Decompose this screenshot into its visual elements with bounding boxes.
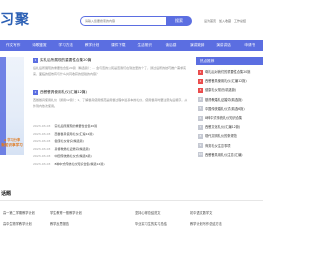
sidebar-item[interactable]: 2 西餐餐具使用礼仪(汇编12篇) [196, 77, 263, 86]
list-title[interactable]: 中国传统婚礼仪式(精选6篇) [54, 154, 91, 158]
sidebar-item-label[interactable]: 基督教婚礼证婚词(精选篇) [205, 98, 243, 102]
list-item[interactable]: 2023-03-03 健康礼仪常识(精选篇) [33, 138, 189, 146]
nav-item[interactable]: 作文写作 [0, 40, 26, 51]
topics-section: 话题 高一第二学期教学计划 高中生物学教学计划 学生教育一般教学计划 教学反思报… [0, 190, 263, 260]
rank-badge: 2 [198, 78, 203, 84]
sidebar-item[interactable]: 8 现代文明礼仪的条规范 [196, 132, 263, 141]
search-input[interactable] [80, 16, 166, 26]
sidebar-item-label[interactable]: 中国传统婚礼仪式(精选6篇) [205, 107, 245, 111]
article-summary: 西餐餐具使用礼仪（通用12篇）：1、了解餐具使用规范是用餐过程中最基本的礼仪，使… [33, 98, 188, 108]
rank-badge: 5 [198, 106, 203, 112]
article-number: 1 [33, 57, 38, 63]
sidebar-item[interactable]: 4 基督教婚礼证婚词(精选篇) [196, 96, 263, 105]
article-title-text[interactable]: 实礼后所展现的重要性合集20篇 [40, 58, 91, 62]
search-button[interactable]: 搜索 [166, 16, 192, 26]
banner-line2: 聚知识享学习 [1, 143, 23, 147]
topic-link[interactable]: 教学反思报告 [50, 219, 130, 230]
article-title[interactable]: 1 实礼后所展现的重要性合集20篇 [33, 57, 91, 64]
rank-badge: 6 [198, 115, 203, 121]
article-summary: 后礼后所展现的重要性合集20篇（精选篇）：... 会与否的公民是否我们在到这里的… [33, 66, 187, 76]
site-logo[interactable]: 习聚 [0, 10, 30, 30]
sidebar-item-label[interactable]: 商务礼仪注意事项 [205, 144, 231, 148]
list-item[interactable]: 2023-03-03 实礼后所展现的重要性合集20篇 [33, 123, 189, 131]
sidebar-item-label[interactable]: 西餐餐具用礼仪注意(汇编) [205, 153, 243, 157]
sidebar-item-label[interactable]: 8种中式传统礼仪知识合集 [205, 116, 242, 120]
rank-badge: 8 [198, 134, 203, 140]
list-title[interactable]: 8种中式传统礼仪知识合集(精选12篇) [54, 162, 104, 166]
rank-badge: 10 [198, 152, 203, 158]
list-date: 2023-03-03 [33, 131, 51, 136]
list-date: 2023-03-03 [33, 146, 51, 151]
topic-link[interactable]: 教学计划写作总结方法 [190, 219, 270, 230]
list-title[interactable]: 基督教婚礼证婚词(精选篇) [54, 147, 89, 151]
sidebar-list: 1 母礼后对我们的重要性合集20篇 2 西餐餐具使用礼仪(汇编12篇) 3 健康礼仪常… [196, 65, 263, 160]
section-title: 话题 [1, 191, 12, 197]
article-title[interactable]: 2 西餐餐具使用礼仪(汇编12篇) [33, 89, 87, 96]
sidebar-item[interactable]: 10 西餐餐具用礼仪注意(汇编) [196, 151, 263, 160]
rank-badge: 1 [198, 69, 203, 75]
sidebar-heading: 热点推荐 [196, 57, 263, 65]
main-content: 1 实礼后所展现的重要性合集20篇 后礼后所展现的重要性合集20篇（精选篇）：..… [30, 57, 192, 172]
list-date: 2023-03-03 [33, 124, 51, 128]
nav-item[interactable]: 演讲讲话 [210, 40, 236, 51]
nav-item[interactable]: 生活常识 [131, 40, 157, 51]
banner-line1: ◆ 学习分享 [3, 138, 21, 142]
nav-item[interactable]: 演讲致辞 [184, 40, 210, 51]
list-title[interactable]: 实礼后所展现的重要性合集20篇 [54, 124, 97, 128]
list-date: 2023-03-03 [33, 161, 51, 166]
topic-column: 学生教育一般教学计划 教学反思报告 [50, 208, 130, 230]
list-title[interactable]: 健康礼仪常识(精选篇) [54, 139, 83, 143]
nav-item[interactable]: 课件下载 [105, 40, 131, 51]
list-item[interactable]: 2023-03-03 基督教婚礼证婚词(精选篇) [33, 146, 189, 154]
nav-item[interactable]: 读后感 [158, 40, 184, 51]
sidebar-item-label[interactable]: 健康礼仪常识(精选篇) [205, 88, 236, 92]
nav-item[interactable]: 诗歌鉴赏 [26, 40, 52, 51]
search-bar: 搜索 [80, 16, 192, 26]
section-divider [0, 200, 263, 201]
article-list: 2023-03-03 实礼后所展现的重要性合集20篇 2023-03-03 西餐餐具… [33, 123, 189, 168]
rank-badge: 7 [198, 124, 203, 130]
list-item[interactable]: 2023-03-03 8种中式传统礼仪知识合集(精选12篇) [33, 161, 189, 169]
sidebar-item[interactable]: 3 健康礼仪常识(精选篇) [196, 86, 263, 95]
list-item[interactable]: 2023-03-03 西餐餐具使用礼仪(汇编12篇) [33, 131, 189, 139]
main-nav: 作文写作 诗歌鉴赏 学习方法 教学计划 课件下载 生活常识 读后感 演讲致辞 演… [0, 40, 263, 51]
topic-link[interactable]: 初中语文数学文 [190, 208, 270, 219]
nav-item[interactable]: 申请书 [237, 40, 263, 51]
sidebar-item[interactable]: 7 西餐文化礼仪(汇编12篇) [196, 123, 263, 132]
logo-text: 习聚 [0, 12, 30, 28]
sidebar-item[interactable]: 6 8种中式传统礼仪知识合集 [196, 114, 263, 123]
topic-link[interactable]: 学生教育一般教学计划 [50, 208, 130, 219]
nav-item[interactable]: 教学计划 [79, 40, 105, 51]
topic-column: 初中语文数学文 教学计划写作总结方法 [190, 208, 270, 230]
sidebar-item[interactable]: 9 商务礼仪注意事项 [196, 142, 263, 151]
list-date: 2023-03-03 [33, 154, 51, 158]
list-title[interactable]: 西餐餐具使用礼仪(汇编12篇) [54, 132, 93, 136]
sidebar-item[interactable]: 1 母礼后对我们的重要性合集20篇 [196, 68, 263, 77]
hot-sidebar: 热点推荐 1 母礼后对我们的重要性合集20篇 2 西餐餐具使用礼仪(汇编12篇) 3… [196, 57, 263, 172]
sidebar-item[interactable]: 5 中国传统婚礼仪式(精选6篇) [196, 105, 263, 114]
sidebar-item-label[interactable]: 母礼后对我们的重要性合集20篇 [205, 70, 251, 74]
top-links: 设为首页 加入收藏 工作总结 [204, 19, 263, 24]
side-banner[interactable]: ◆ 学习分享 聚知识享学习 [0, 57, 24, 155]
sidebar-item-label[interactable]: 西餐餐具使用礼仪(汇编12篇) [205, 79, 247, 83]
rank-badge: 3 [198, 88, 203, 94]
nav-item[interactable]: 学习方法 [53, 40, 79, 51]
top-link-summary[interactable]: 工作总结 [234, 19, 246, 24]
top-link-favorite[interactable]: 加入收藏 [219, 19, 231, 24]
sidebar-item-label[interactable]: 西餐文化礼仪(汇编12篇) [205, 125, 240, 129]
sidebar-item-label[interactable]: 现代文明礼仪的条规范 [205, 134, 237, 138]
top-link-home[interactable]: 设为首页 [204, 19, 216, 24]
list-date: 2023-03-03 [33, 139, 51, 143]
rank-badge: 4 [198, 97, 203, 103]
article-title-text[interactable]: 西餐餐具使用礼仪(汇编12篇) [40, 90, 87, 94]
article-number: 2 [33, 89, 38, 95]
rank-badge: 9 [198, 143, 203, 149]
list-item[interactable]: 2023-03-03 中国传统婚礼仪式(精选6篇) [33, 153, 189, 161]
